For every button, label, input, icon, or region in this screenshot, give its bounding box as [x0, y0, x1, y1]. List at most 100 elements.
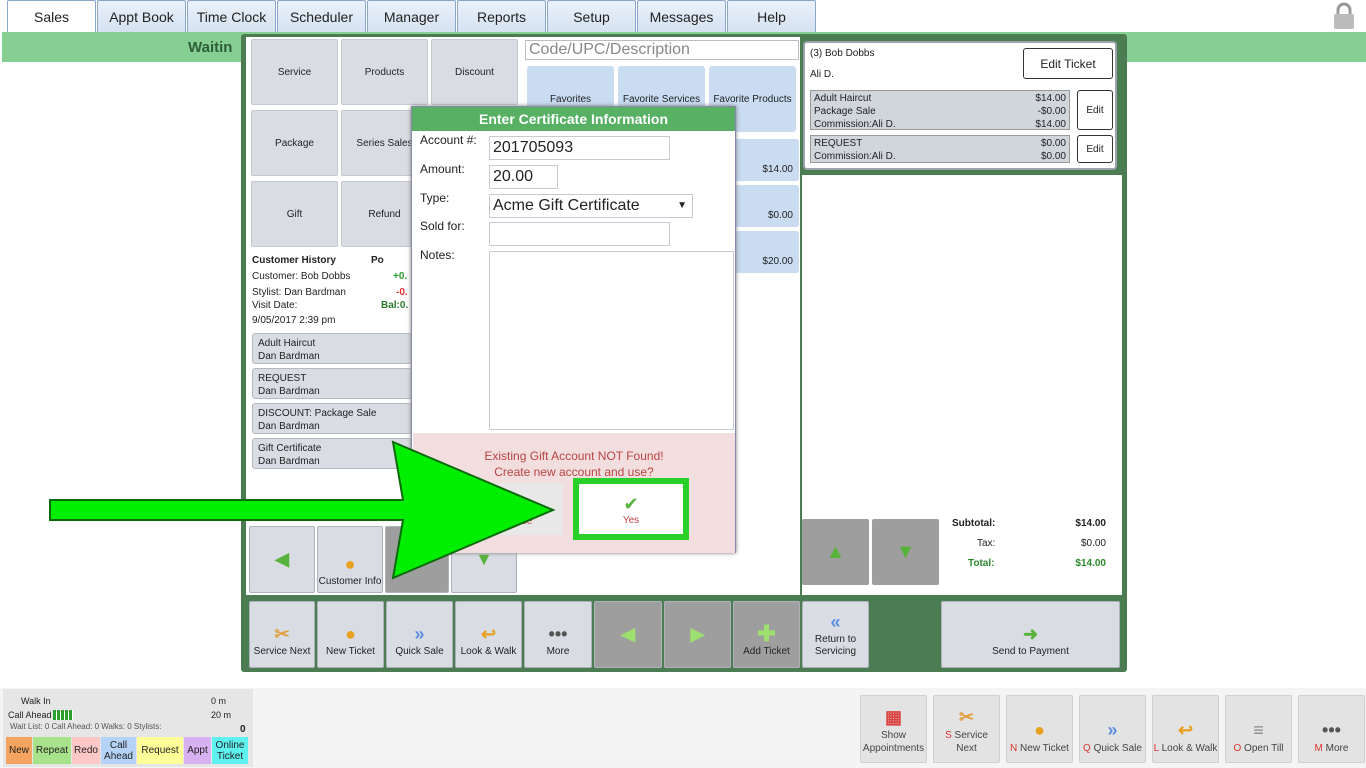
open-till-button[interactable]: ≡ O Open Till	[1225, 695, 1292, 763]
total-label: Total:	[968, 558, 995, 569]
history-item[interactable]: DISCOUNT: Package Sale Dan Bardman	[252, 403, 412, 434]
ticket-line[interactable]: REQUEST $0.00 Commission:Ali D. $0.00	[810, 135, 1070, 163]
service-next-button[interactable]: ✂ Service Next	[249, 601, 315, 668]
service-category-button[interactable]: Service	[251, 39, 338, 105]
new-ticket-button[interactable]: ● New Ticket	[317, 601, 384, 668]
total-row: Total: $14.00	[945, 558, 1110, 572]
more-shortcut-button[interactable]: ••• M More	[1298, 695, 1365, 763]
ticket-up-button[interactable]: ▲	[802, 519, 869, 585]
more-label: More	[546, 646, 570, 657]
look-and-walk-button[interactable]: ↩ Look & Walk	[455, 601, 522, 668]
ticket-down-button[interactable]: ▼	[872, 519, 939, 585]
calendar-icon: ▦	[884, 706, 902, 727]
tab-reports[interactable]: Reports	[457, 0, 546, 32]
edit-ticket-button[interactable]: Edit Ticket	[1023, 48, 1113, 79]
walk-in-label: Walk In	[21, 696, 51, 706]
products-category-button[interactable]: Products	[341, 39, 428, 105]
notes-textarea[interactable]	[489, 251, 734, 430]
u-turn-icon: ↩	[1177, 719, 1194, 740]
main-tabs: Sales Appt Book Time Clock Scheduler Man…	[0, 0, 1366, 32]
legend-new: New	[6, 737, 32, 764]
new-ticket-shortcut-button[interactable]: ● N New Ticket	[1006, 695, 1073, 763]
tab-scheduler[interactable]: Scheduler	[277, 0, 366, 32]
shortcut-key: N	[1010, 743, 1018, 754]
stylist-count: 0	[240, 724, 246, 735]
forward-button[interactable]: ▶	[664, 601, 731, 668]
lock-icon[interactable]	[1332, 2, 1356, 30]
sold-for-input[interactable]	[489, 222, 670, 246]
people-icon: ●	[345, 624, 356, 644]
waiting-label: Waitin	[188, 39, 233, 56]
history-item-stylist: Dan Bardman	[258, 421, 320, 432]
people-icon: ●	[1034, 719, 1045, 740]
search-input[interactable]: Code/UPC/Description	[525, 40, 799, 60]
points-label: Po	[371, 255, 384, 266]
arrow-right-icon: ➜	[1022, 624, 1039, 644]
history-item-name: REQUEST	[258, 373, 307, 384]
add-ticket-button[interactable]: ✚ Add Ticket	[733, 601, 800, 668]
quick-sale-shortcut-button[interactable]: » Q Quick Sale	[1079, 695, 1146, 763]
tax-label: Tax:	[977, 538, 996, 549]
look-and-walk-shortcut-button[interactable]: ↩ L Look & Walk	[1152, 695, 1219, 763]
service-next-shortcut-label: Service Next	[954, 730, 988, 754]
quick-sale-button[interactable]: » Quick Sale	[386, 601, 453, 668]
tax-value: $0.00	[1080, 538, 1106, 549]
tab-sales[interactable]: Sales	[7, 0, 96, 32]
tab-messages[interactable]: Messages	[637, 0, 726, 32]
package-category-button[interactable]: Package	[251, 110, 338, 176]
more-dots-icon: •••	[1322, 719, 1341, 740]
ticket-line[interactable]: Adult Haircut $14.00 Package Sale -$0.00 C…	[810, 90, 1070, 130]
tab-time-clock[interactable]: Time Clock	[187, 0, 276, 32]
return-to-servicing-label: Return to Servicing	[814, 634, 857, 657]
history-item[interactable]: REQUEST Dan Bardman	[252, 368, 412, 399]
history-visit-date: 9/05/2017 2:39 pm	[252, 315, 336, 326]
tab-appt-book[interactable]: Appt Book	[97, 0, 186, 32]
more-shortcut-label: More	[1325, 743, 1349, 754]
show-appointments-button[interactable]: ▦ Show Appointments	[860, 695, 927, 763]
history-item-stylist: Dan Bardman	[258, 351, 320, 362]
shortcut-key: M	[1314, 743, 1323, 754]
product-row[interactable]: $0.00	[733, 185, 799, 227]
tab-help[interactable]: Help	[727, 0, 816, 32]
yes-label: Yes	[622, 515, 640, 526]
arrow-right-icon: ▶	[690, 623, 705, 644]
product-row[interactable]: $14.00	[733, 139, 799, 181]
yes-button[interactable]: ✔ Yes	[573, 478, 689, 540]
back-button[interactable]: ◀	[594, 601, 662, 668]
line-item-discount-value: -$0.00	[1037, 106, 1066, 117]
return-to-servicing-button[interactable]: «Return to Servicing	[802, 601, 869, 668]
more-dots-icon: •••	[548, 624, 568, 644]
amount-input[interactable]: 20.00	[489, 165, 558, 189]
arrow-down-icon: ▼	[895, 540, 916, 563]
type-select[interactable]: Acme Gift Certificate ▼	[489, 194, 693, 218]
more-button[interactable]: ••• More	[524, 601, 592, 668]
history-item-name: Adult Haircut	[258, 338, 316, 349]
history-item[interactable]: Adult Haircut Dan Bardman	[252, 333, 412, 364]
legend-call-ahead: Call Ahead	[101, 737, 136, 764]
total-value: $14.00	[1075, 558, 1106, 569]
look-and-walk-label: Look & Walk	[460, 646, 517, 657]
line-item-commission: Commission:Ali D.	[814, 151, 896, 162]
chevron-down-icon: ▼	[677, 200, 687, 211]
history-value: +0.	[393, 271, 408, 282]
discount-category-button[interactable]: Discount	[431, 39, 518, 105]
legend-request: Request	[137, 737, 183, 764]
service-next-shortcut-button[interactable]: ✂ S Service Next	[933, 695, 1000, 763]
quick-sale-shortcut-label: Quick Sale	[1093, 743, 1142, 754]
send-to-payment-button[interactable]: ➜ Send to Payment	[941, 601, 1120, 668]
product-price: $14.00	[762, 164, 793, 175]
product-price: $0.00	[767, 210, 793, 221]
tab-setup[interactable]: Setup	[547, 0, 636, 32]
call-ahead-label: Call Ahead	[8, 710, 52, 720]
tab-manager[interactable]: Manager	[367, 0, 456, 32]
line-item-price: $0.00	[1040, 138, 1066, 149]
call-ahead-time: 20 m	[211, 710, 232, 720]
product-row[interactable]: $20.00	[733, 231, 799, 273]
account-number-input[interactable]: 201705093	[489, 136, 670, 160]
gift-category-button[interactable]: Gift	[251, 181, 338, 247]
shortcut-key: S	[945, 730, 952, 741]
edit-line-button[interactable]: Edit	[1077, 90, 1113, 130]
send-to-payment-label: Send to Payment	[992, 646, 1069, 657]
service-next-label: Service Next	[253, 646, 311, 657]
edit-line-button[interactable]: Edit	[1077, 135, 1113, 163]
